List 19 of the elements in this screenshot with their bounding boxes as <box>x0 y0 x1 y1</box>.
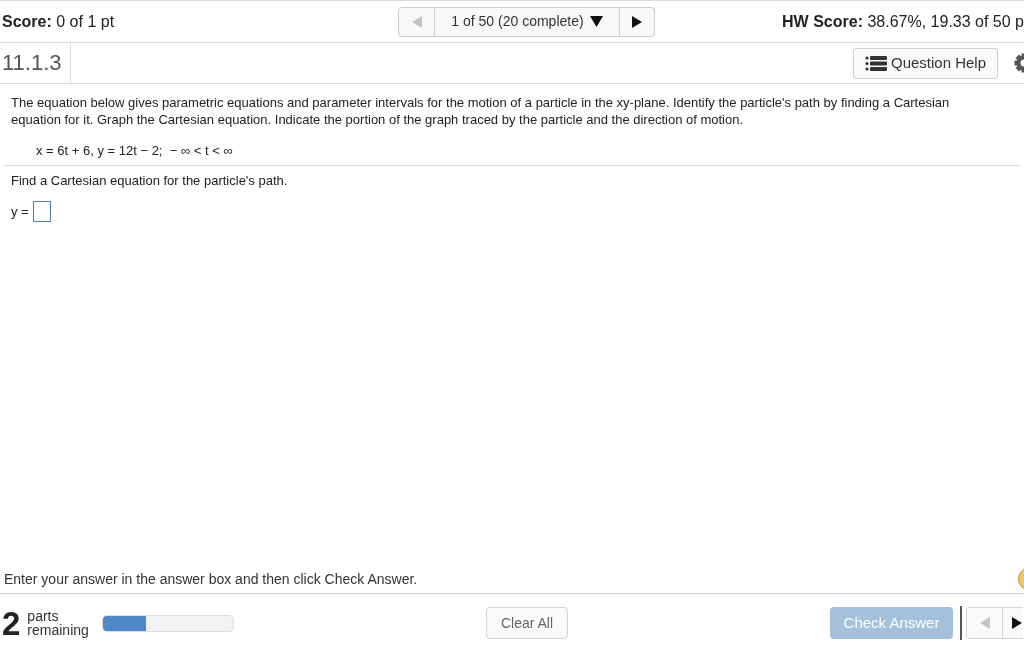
parts-remaining-label: parts remaining <box>27 609 90 637</box>
parts-remaining-count: 2 <box>2 606 21 640</box>
parametric-equation: x = 6t + 6, y = 12t − 2; − ∞ < t < ∞ <box>36 142 233 159</box>
answer-label: y = <box>11 202 29 221</box>
part-prompt: Find a Cartesian equation for the particle's path. <box>11 172 288 189</box>
homework-score-text: HW Score: 38.67%, 19.33 of 50 p <box>782 11 1024 32</box>
answer-box[interactable] <box>32 201 51 222</box>
right-triangle-icon <box>632 15 642 28</box>
instruction-text: Enter your answer in the answer box and then click Check Answer. <box>4 570 418 588</box>
left-triangle-icon <box>411 15 422 28</box>
list-icon <box>864 55 887 71</box>
clear-all-button[interactable]: Clear All <box>486 607 568 639</box>
question-number: 11.1.3 <box>2 52 62 74</box>
score-text: Score: 0 of 1 pt <box>2 11 115 32</box>
right-triangle-icon <box>1012 617 1022 629</box>
caret-down-icon <box>589 16 603 27</box>
question-prompt: The equation below gives parametric equations and parameter intervals for the motion of a particle in the xy-plane. Identify the particle's path by finding a Cartesian equation for it. Graph the Cartesian equation. Indicate the portion of the graph traced by the particle and the direction of motion. <box>10 94 951 128</box>
question-help-button[interactable]: Question Help <box>853 47 998 79</box>
left-triangle-icon <box>979 617 990 629</box>
